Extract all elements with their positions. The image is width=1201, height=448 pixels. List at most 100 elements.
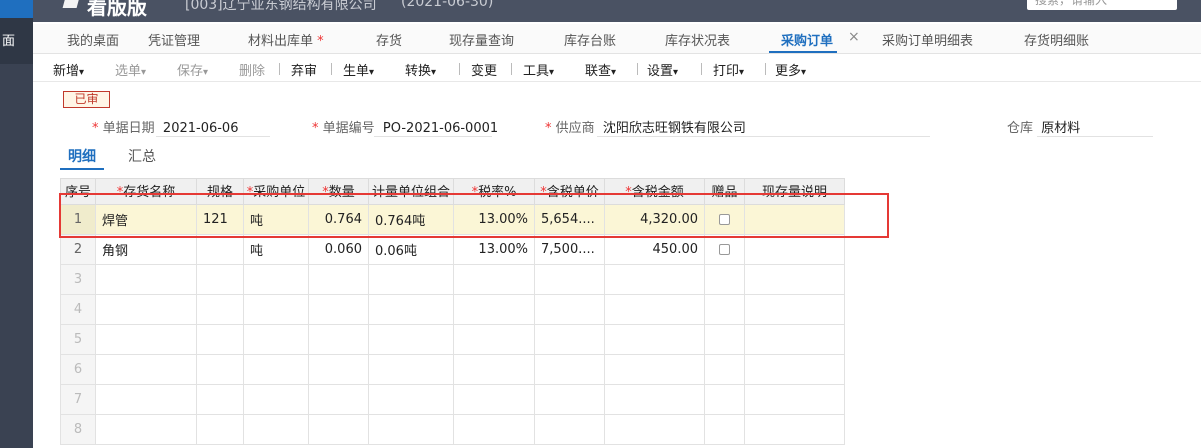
empty-cell[interactable] [453, 264, 535, 295]
gift-checkbox[interactable] [719, 244, 730, 255]
gift-cell[interactable] [704, 234, 745, 265]
settings-button[interactable]: 设置▾ [647, 60, 678, 79]
tax-rate-cell[interactable]: 13.00% [453, 204, 535, 235]
empty-cell[interactable] [704, 324, 745, 355]
empty-cell[interactable] [308, 384, 369, 415]
unit-combo-cell[interactable]: 0.06吨 [368, 234, 454, 265]
empty-cell[interactable] [95, 354, 197, 385]
quantity-cell[interactable]: 0.764 [308, 204, 369, 235]
empty-cell[interactable] [534, 264, 605, 295]
empty-cell[interactable] [368, 264, 454, 295]
empty-cell[interactable] [744, 414, 845, 445]
empty-cell[interactable] [308, 354, 369, 385]
column-header[interactable]: *税率% [453, 178, 535, 205]
linked-query-button[interactable]: 联查▾ [585, 60, 616, 79]
unit-price-cell[interactable]: 5,654.... [534, 204, 605, 235]
unaudit-button[interactable]: 弃审 [291, 60, 317, 79]
empty-cell[interactable] [744, 354, 845, 385]
empty-cell[interactable] [534, 294, 605, 325]
empty-cell[interactable] [95, 414, 197, 445]
empty-cell[interactable] [453, 414, 535, 445]
table-row[interactable]: 6 [60, 354, 845, 385]
doc-date-field[interactable]: * 单据日期 2021-06-06 [92, 117, 238, 136]
empty-cell[interactable] [534, 354, 605, 385]
empty-cell[interactable] [368, 414, 454, 445]
empty-cell[interactable] [95, 384, 197, 415]
empty-cell[interactable] [453, 294, 535, 325]
empty-cell[interactable] [744, 264, 845, 295]
empty-cell[interactable] [604, 354, 705, 385]
unit-combo-cell[interactable]: 0.764吨 [368, 204, 454, 235]
column-header[interactable]: *含税单价 [534, 178, 605, 205]
unit-cell[interactable]: 吨 [243, 204, 309, 235]
close-icon[interactable]: × [848, 29, 860, 45]
amount-cell[interactable]: 450.00 [604, 234, 705, 265]
empty-cell[interactable] [744, 294, 845, 325]
print-button[interactable]: 打印▾ [713, 60, 744, 79]
unit-price-cell[interactable]: 7,500.... [534, 234, 605, 265]
spec-cell[interactable]: 121 [196, 204, 244, 235]
column-header[interactable]: 规格 [196, 178, 244, 205]
column-header[interactable]: *含税金额 [604, 178, 705, 205]
quantity-cell[interactable]: 0.060 [308, 234, 369, 265]
table-row[interactable]: 1 焊管 121 吨 0.764 0.764吨 13.00% 5,654....… [60, 204, 845, 235]
empty-cell[interactable] [368, 384, 454, 415]
empty-cell[interactable] [243, 264, 309, 295]
empty-cell[interactable] [368, 294, 454, 325]
select-source-button[interactable]: 选单▾ [115, 60, 146, 79]
column-header[interactable]: 现存量说明 [744, 178, 845, 205]
empty-cell[interactable] [196, 294, 244, 325]
item-name-cell[interactable]: 角钢 [95, 234, 197, 265]
more-button[interactable]: 更多▾ [775, 60, 806, 79]
tab-stock-ledger[interactable]: 库存台账 [564, 30, 616, 49]
empty-cell[interactable] [534, 324, 605, 355]
item-name-cell[interactable]: 焊管 [95, 204, 197, 235]
empty-cell[interactable] [196, 414, 244, 445]
tab-inventory[interactable]: 存货 [376, 30, 402, 49]
empty-cell[interactable] [604, 264, 705, 295]
table-row[interactable]: 7 [60, 384, 845, 415]
empty-cell[interactable] [308, 414, 369, 445]
empty-cell[interactable] [368, 324, 454, 355]
empty-cell[interactable] [704, 414, 745, 445]
global-search-input[interactable]: 搜索，请输入 [1027, 0, 1177, 10]
unit-cell[interactable]: 吨 [243, 234, 309, 265]
table-row[interactable]: 8 [60, 414, 845, 445]
empty-cell[interactable] [534, 384, 605, 415]
column-header[interactable]: 赠品 [704, 178, 745, 205]
tab-purchase-order[interactable]: 采购订单 [781, 30, 833, 49]
amount-cell[interactable]: 4,320.00 [604, 204, 705, 235]
tab-stock-query[interactable]: 现存量查询 [449, 30, 514, 49]
doc-number-field[interactable]: * 单据编号 PO-2021-06-0001 [312, 117, 498, 136]
stock-note-cell[interactable] [744, 234, 845, 265]
empty-cell[interactable] [453, 384, 535, 415]
tab-voucher-management[interactable]: 凭证管理 [148, 30, 200, 49]
empty-cell[interactable] [604, 324, 705, 355]
empty-cell[interactable] [95, 264, 197, 295]
empty-cell[interactable] [704, 264, 745, 295]
generate-doc-button[interactable]: 生单▾ [343, 60, 374, 79]
gift-cell[interactable] [704, 204, 745, 235]
supplier-field[interactable]: * 供应商 沈阳欣志旺钢铁有限公司 [545, 117, 746, 136]
warehouse-field[interactable]: 仓库 原材料 [1007, 117, 1080, 136]
delete-button[interactable]: 删除 [239, 60, 265, 79]
tab-inventory-detail-ledger[interactable]: 存货明细账 [1024, 30, 1089, 49]
empty-cell[interactable] [604, 294, 705, 325]
table-row[interactable]: 2 角钢 吨 0.060 0.06吨 13.00% 7,500.... 450.… [60, 234, 845, 265]
empty-cell[interactable] [744, 324, 845, 355]
empty-cell[interactable] [196, 384, 244, 415]
new-button[interactable]: 新增▾ [53, 60, 84, 79]
empty-cell[interactable] [243, 294, 309, 325]
empty-cell[interactable] [744, 384, 845, 415]
tab-detail[interactable]: 明细 [68, 146, 96, 166]
empty-cell[interactable] [604, 414, 705, 445]
empty-cell[interactable] [704, 354, 745, 385]
empty-cell[interactable] [196, 354, 244, 385]
empty-cell[interactable] [368, 354, 454, 385]
column-header[interactable]: *存货名称 [95, 178, 197, 205]
gift-checkbox[interactable] [719, 214, 730, 225]
tab-purchase-order-detail[interactable]: 采购订单明细表 [882, 30, 973, 49]
tools-button[interactable]: 工具▾ [523, 60, 554, 79]
table-row[interactable]: 5 [60, 324, 845, 355]
empty-cell[interactable] [308, 294, 369, 325]
